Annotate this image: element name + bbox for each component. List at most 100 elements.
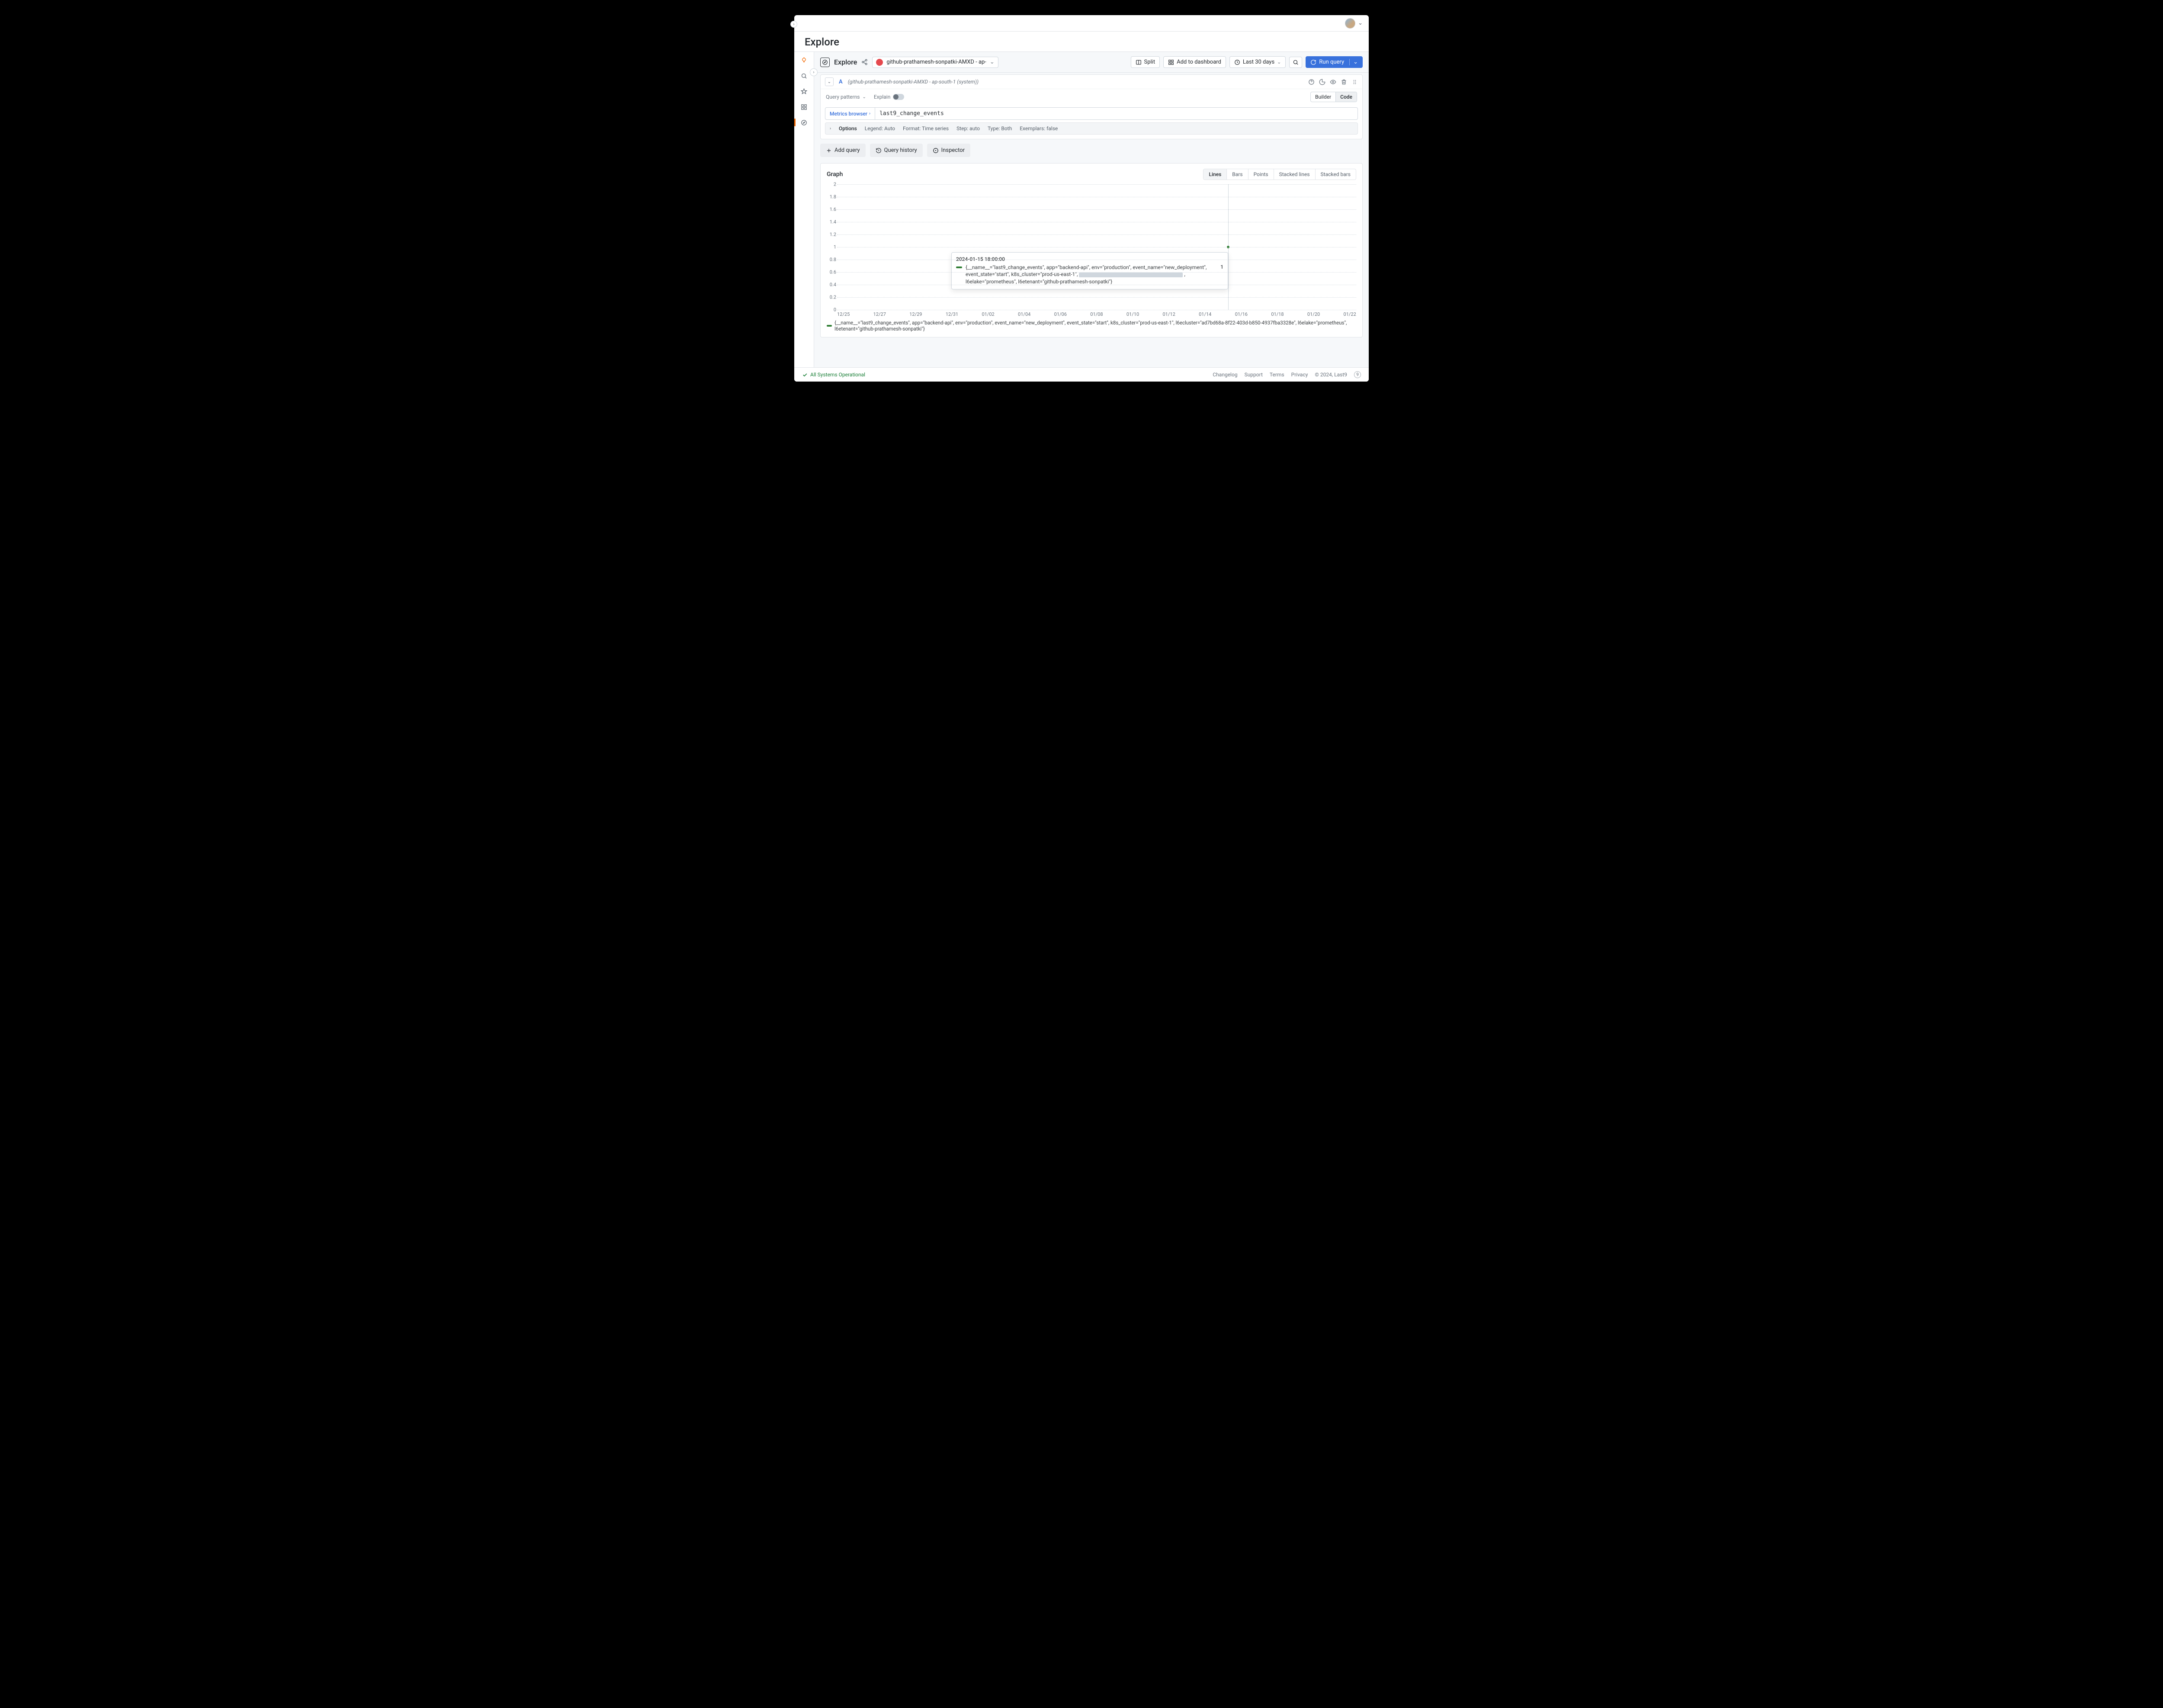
y-tick-label: 1 [827, 244, 836, 250]
add-query-button[interactable]: Add query [820, 144, 866, 157]
y-tick-label: 0.8 [827, 257, 836, 263]
x-tick-label: 01/08 [1090, 311, 1103, 317]
viz-lines[interactable]: Lines [1203, 169, 1227, 180]
query-stats-icon[interactable] [1319, 79, 1325, 85]
datasource-picker[interactable]: github-prathamesh-sonpatki-AMXD - ap- ⌄ [872, 57, 998, 68]
search-icon[interactable] [799, 71, 809, 80]
sidebar-collapse-handle[interactable]: › [790, 21, 797, 28]
y-tick-label: 2 [827, 182, 836, 187]
toggle-visibility-icon[interactable] [1330, 79, 1336, 85]
chevron-down-icon: ⌄ [1277, 59, 1281, 65]
y-tick-label: 1.2 [827, 232, 836, 238]
toolbar-title: Explore [834, 58, 857, 66]
chart-tooltip: 2024-01-15 18:00:00 {__name__="last9_cha… [951, 252, 1228, 289]
zoom-out-button[interactable] [1289, 57, 1302, 68]
series-color-swatch [956, 266, 962, 268]
y-tick-label: 0.2 [827, 295, 836, 300]
y-tick-label: 1.8 [827, 194, 836, 200]
option-type: Type: Both [988, 125, 1012, 132]
system-status[interactable]: All Systems Operational [802, 372, 865, 378]
chevron-down-icon: ⌄ [862, 95, 866, 100]
panel-title: Graph [827, 171, 843, 178]
explain-toggle[interactable]: Explain [874, 94, 905, 100]
datasource-name: github-prathamesh-sonpatki-AMXD - ap- [886, 59, 986, 65]
y-tick-label: 1.6 [827, 207, 836, 212]
inspector-button[interactable]: Inspector [927, 144, 970, 157]
x-tick-label: 01/04 [1018, 311, 1030, 317]
chart-plot-area[interactable]: 2024-01-15 18:00:00 {__name__="last9_cha… [837, 184, 1356, 310]
footer-terms[interactable]: Terms [1270, 372, 1284, 378]
toggle-icon [893, 94, 904, 100]
run-query-button[interactable]: Run query ⌄ [1306, 56, 1363, 68]
option-legend: Legend: Auto [865, 125, 895, 132]
split-button[interactable]: Split [1131, 56, 1160, 68]
datasource-dot-icon [876, 59, 883, 66]
option-exemplars: Exemplars: false [1020, 125, 1058, 132]
x-tick-label: 12/31 [946, 311, 958, 317]
chevron-right-icon: › [869, 111, 870, 116]
query-datasource-label: (github-prathamesh-sonpatki-AMXD - ap-so… [848, 79, 979, 85]
x-tick-label: 12/25 [837, 311, 850, 317]
avatar [1345, 18, 1355, 29]
y-tick-label: 0.4 [827, 282, 836, 288]
last9-logo-icon: 9 [1354, 371, 1361, 378]
chevron-down-icon: ⌄ [1349, 59, 1358, 65]
rail-expand-handle[interactable]: › [810, 68, 818, 76]
query-history-button[interactable]: Query history [870, 144, 923, 157]
x-tick-label: 01/20 [1307, 311, 1320, 317]
options-label[interactable]: Options [839, 125, 857, 132]
code-tab[interactable]: Code [1336, 92, 1357, 102]
legend-text: {__name__="last9_change_events", app="ba… [834, 320, 1356, 332]
x-tick-label: 01/14 [1199, 311, 1211, 317]
star-icon[interactable] [799, 87, 809, 96]
y-tick-label: 1.4 [827, 219, 836, 225]
y-tick-label: 0 [827, 307, 836, 313]
viz-stacked-lines[interactable]: Stacked lines [1274, 169, 1316, 180]
x-axis-labels: 12/25 12/27 12/29 12/31 01/02 01/04 01/06 01/08… [837, 310, 1356, 317]
viz-bars[interactable]: Bars [1227, 169, 1248, 180]
query-letter: A [839, 79, 843, 85]
query-expression-input[interactable] [875, 108, 1357, 119]
collapse-query-button[interactable]: ⌄ [825, 77, 834, 86]
footer-privacy[interactable]: Privacy [1291, 372, 1308, 378]
chevron-right-icon[interactable]: › [830, 126, 831, 131]
user-menu[interactable]: ⌄ [1345, 18, 1363, 29]
builder-tab[interactable]: Builder [1311, 92, 1336, 102]
x-tick-label: 01/02 [982, 311, 994, 317]
drag-handle-icon[interactable] [1351, 79, 1358, 85]
x-tick-label: 01/12 [1162, 311, 1175, 317]
footer-support[interactable]: Support [1245, 372, 1263, 378]
option-step: Step: auto [956, 125, 980, 132]
chevron-down-icon: ⌄ [1358, 20, 1363, 26]
x-tick-label: 01/22 [1344, 311, 1356, 317]
x-tick-label: 01/10 [1126, 311, 1139, 317]
chevron-down-icon: ⌄ [990, 59, 995, 65]
explore-icon[interactable] [799, 118, 809, 127]
x-tick-label: 12/27 [873, 311, 886, 317]
viz-stacked-bars[interactable]: Stacked bars [1316, 169, 1356, 180]
metrics-browser-button[interactable]: Metrics browser › [825, 108, 875, 119]
share-icon[interactable] [861, 59, 868, 65]
tooltip-value: 1 [1216, 264, 1223, 270]
x-tick-label: 12/29 [909, 311, 922, 317]
time-range-picker[interactable]: Last 30 days ⌄ [1229, 56, 1286, 68]
footer-changelog[interactable]: Changelog [1213, 372, 1237, 378]
help-icon[interactable] [1308, 79, 1315, 85]
footer-copyright: © 2024, Last9 [1315, 372, 1347, 378]
query-editor: ⌄ A (github-prathamesh-sonpatki-AMXD - a… [820, 74, 1363, 139]
dashboards-icon[interactable] [799, 102, 809, 112]
x-tick-label: 01/06 [1054, 311, 1067, 317]
y-tick-label: 0.6 [827, 270, 836, 275]
x-tick-label: 01/18 [1271, 311, 1284, 317]
grafana-logo-icon[interactable] [799, 55, 809, 65]
chart-legend[interactable]: {__name__="last9_change_events", app="ba… [827, 320, 1356, 332]
explore-page-icon [820, 58, 830, 67]
option-format: Format: Time series [903, 125, 949, 132]
delete-query-icon[interactable] [1341, 79, 1347, 85]
query-patterns-dropdown[interactable]: Query patterns ⌄ [826, 94, 866, 100]
legend-swatch-icon [827, 325, 832, 327]
viz-points[interactable]: Points [1248, 169, 1274, 180]
add-to-dashboard-button[interactable]: Add to dashboard [1163, 56, 1226, 68]
page-title: Explore [805, 36, 839, 48]
graph-panel: Graph Lines Bars Points Stacked lines St… [820, 163, 1363, 337]
